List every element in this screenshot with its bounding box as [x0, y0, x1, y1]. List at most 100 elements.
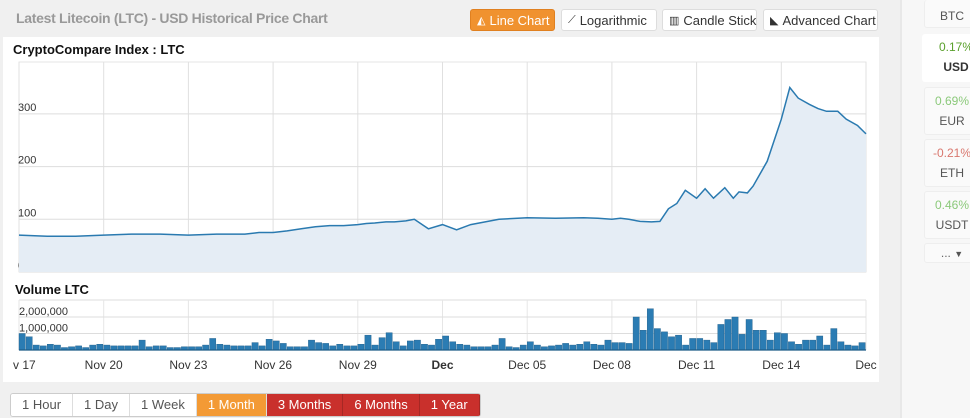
volume-bar: [752, 330, 760, 351]
line-chart-icon: ⟋: [568, 13, 576, 26]
chart-panel: CryptoCompare Index : LTC0100200300Volum…: [3, 37, 879, 382]
more-currencies-dropdown[interactable]: ... ▼: [924, 243, 970, 263]
currency-btc[interactable]: BTC: [924, 0, 970, 28]
volume-bar: [407, 340, 414, 351]
volume-bar: [802, 339, 809, 351]
volume-bar: [668, 336, 675, 351]
volume-chart-title: Volume LTC: [15, 282, 90, 297]
chart-type-line-chart-button[interactable]: ◭ Line Chart: [470, 9, 555, 31]
change-percent: -0.21%: [932, 146, 970, 160]
change-percent: 0.69%: [934, 94, 970, 108]
range-1-week-button[interactable]: 1 Week: [130, 394, 197, 416]
volume-bar: [209, 338, 217, 351]
volume-bar: [519, 344, 527, 351]
bar-chart-icon: ▥: [669, 14, 680, 27]
currency-code: ETH: [940, 166, 964, 180]
price-y-tick-label: 100: [18, 207, 36, 219]
volume-y-tick-label: 2,000,000: [19, 306, 68, 318]
volume-bar: [124, 345, 132, 351]
chart-type-logarithmic-button[interactable]: ⟋ Logarithmic: [561, 9, 657, 31]
volume-bar: [837, 341, 845, 351]
volume-bar: [96, 344, 104, 351]
volume-bar: [421, 344, 428, 351]
volume-bar: [392, 341, 400, 351]
range-1-hour-button[interactable]: 1 Hour: [11, 394, 74, 416]
volume-bar: [272, 340, 280, 351]
volume-bar: [378, 337, 386, 351]
volume-bar: [583, 341, 591, 351]
currency-code: EUR: [939, 114, 965, 128]
volume-bar: [710, 342, 718, 351]
range-3-months-button[interactable]: 3 Months: [266, 394, 344, 416]
volume-bar: [414, 339, 421, 351]
currency-usdt[interactable]: 0.46% USDT: [924, 191, 970, 239]
currency-usd[interactable]: 0.17% USD: [922, 34, 970, 82]
more-label: ...: [940, 246, 951, 260]
volume-bar: [774, 332, 781, 351]
volume-bar: [696, 338, 704, 351]
volume-bar: [39, 345, 47, 351]
volume-bar: [216, 344, 224, 351]
volume-bar: [435, 339, 442, 351]
range-6-months-button[interactable]: 6 Months: [343, 394, 420, 416]
volume-bar: [75, 345, 82, 351]
volume-bar: [47, 344, 54, 351]
chart-type-advanced-chart-button[interactable]: ◣ Advanced Chart: [763, 9, 878, 31]
x-tick-label: v 17: [13, 358, 36, 372]
volume-bar: [548, 345, 555, 351]
volume-bar: [766, 339, 774, 351]
volume-bar: [611, 342, 619, 351]
currency-eur[interactable]: 0.69% EUR: [924, 87, 970, 135]
volume-bar: [788, 341, 795, 351]
x-tick-label: Dec: [431, 358, 453, 372]
range-1-month-button[interactable]: 1 Month: [196, 394, 267, 416]
volume-bar: [54, 344, 61, 351]
price-y-tick-label: 300: [18, 102, 36, 114]
button-label: Logarithmic: [579, 12, 647, 28]
chart-type-candle-stick-button[interactable]: ▥ Candle Stick: [662, 9, 757, 31]
volume-bar: [738, 334, 746, 351]
volume-bar: [717, 324, 725, 351]
volume-bar: [675, 334, 682, 351]
volume-bar: [159, 345, 167, 351]
volume-bar: [759, 330, 767, 351]
currency-eth[interactable]: -0.21% ETH: [924, 139, 970, 187]
caret-down-icon: ▼: [954, 249, 964, 259]
x-tick-label: Nov 20: [85, 358, 123, 372]
volume-bar: [329, 345, 337, 351]
volume-bar: [385, 332, 393, 351]
volume-bar: [138, 339, 146, 351]
volume-bar: [18, 333, 26, 351]
volume-bar: [364, 334, 372, 351]
currency-sidebar: BTC 0.17% USD 0.69% EUR -0.21% ETH 0.46% USDT...…: [900, 0, 970, 418]
currency-code: BTC: [940, 9, 964, 23]
volume-bar: [604, 339, 612, 351]
volume-bar: [117, 345, 125, 351]
volume-bar: [103, 344, 111, 351]
volume-bar: [152, 345, 160, 351]
x-tick-label: Nov 26: [254, 358, 292, 372]
volume-bar: [618, 342, 626, 351]
range-selector: 1 Hour 1 Day 1 Week 1 Month 3 Months 6 Months…: [10, 393, 481, 417]
range-1-day-button[interactable]: 1 Day: [73, 394, 130, 416]
volume-bar: [32, 344, 40, 351]
x-tick-label: Nov 23: [169, 358, 207, 372]
range-1-year-button[interactable]: 1 Year: [419, 394, 480, 416]
volume-bar: [131, 345, 139, 351]
volume-bar: [322, 343, 329, 351]
area-chart-icon: ◭: [477, 14, 486, 27]
volume-bar: [244, 345, 252, 351]
price-chart[interactable]: CryptoCompare Index : LTC0100200300Volum…: [3, 37, 879, 382]
volume-bar: [89, 344, 97, 351]
volume-bar: [498, 338, 506, 351]
volume-bar: [654, 328, 661, 351]
volume-bar: [597, 344, 605, 351]
volume-bar: [265, 339, 273, 351]
change-percent: 0.46%: [934, 198, 970, 212]
button-label: Advanced Chart: [782, 12, 876, 28]
volume-bar: [632, 316, 640, 351]
volume-bar: [202, 344, 209, 351]
x-tick-label: Dec: [855, 358, 876, 372]
volume-bar: [223, 344, 231, 351]
price-y-tick-label: 200: [18, 155, 36, 167]
